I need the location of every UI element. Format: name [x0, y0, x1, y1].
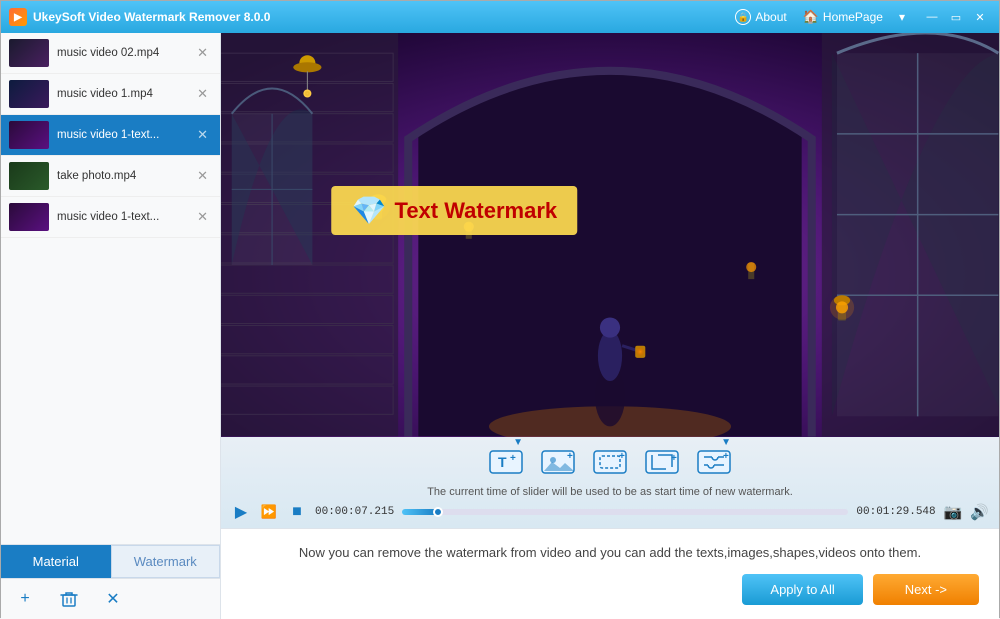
main-container: music video 02.mp4 ✕ music video 1.mp4 ✕…	[1, 33, 999, 619]
video-area: 💎 Text Watermark	[221, 33, 999, 437]
file-thumbnail	[9, 203, 49, 231]
file-name: music video 1-text...	[57, 129, 185, 141]
close-button[interactable]: ✕	[969, 6, 991, 28]
home-icon: 🏠	[803, 9, 819, 25]
delete-file-button[interactable]	[57, 587, 81, 611]
add-image-watermark-button[interactable]: +	[537, 443, 579, 481]
svg-text:+: +	[619, 451, 625, 462]
file-name: music video 02.mp4	[57, 47, 185, 59]
next-button[interactable]: Next ->	[873, 574, 979, 605]
apply-to-all-button[interactable]: Apply to All	[742, 574, 862, 605]
file-thumbnail	[9, 80, 49, 108]
crop-button[interactable]: +	[641, 443, 683, 481]
file-item[interactable]: music video 1-text... ✕	[1, 197, 220, 238]
hint-text: The current time of slider will be used …	[231, 485, 989, 500]
video-panel: 💎 Text Watermark ▼ T +	[221, 33, 999, 619]
playback-row: ▶ ⏩ ■ 00:00:07.215 00:01:29.548 📷 🔊	[231, 500, 989, 524]
remove-watermark-button[interactable]: +	[589, 443, 631, 481]
file-remove-button[interactable]: ✕	[193, 207, 212, 227]
volume-button[interactable]: 🔊	[970, 503, 989, 521]
file-thumbnail	[9, 121, 49, 149]
watermark-tools: ▼ T + +	[231, 443, 989, 481]
sidebar-tabs: Material Watermark	[1, 544, 220, 578]
svg-text:+: +	[671, 453, 677, 464]
app-icon: ▶	[9, 8, 27, 26]
video-controls: ▼ T + +	[221, 437, 999, 528]
play-button[interactable]: ▶	[231, 502, 251, 522]
svg-text:+: +	[723, 451, 729, 462]
file-list: music video 02.mp4 ✕ music video 1.mp4 ✕…	[1, 33, 220, 544]
time-total: 00:01:29.548	[856, 506, 935, 518]
nav-links: 🔒 About 🏠 HomePage ▾	[729, 7, 911, 27]
stop-button[interactable]: ■	[287, 502, 307, 522]
step-forward-button[interactable]: ⏩	[259, 502, 279, 522]
clear-all-button[interactable]: ✕	[101, 587, 125, 611]
file-item-active[interactable]: music video 1-text... ✕	[1, 115, 220, 156]
dropdown-arrow[interactable]: ▾	[893, 8, 911, 26]
file-name: music video 1.mp4	[57, 88, 185, 100]
screenshot-button[interactable]: 📷	[944, 503, 963, 521]
app-title: UkeySoft Video Watermark Remover 8.0.0	[33, 10, 729, 24]
restore-button[interactable]: ▭	[945, 6, 967, 28]
lock-icon: 🔒	[735, 9, 751, 25]
file-item[interactable]: take photo.mp4 ✕	[1, 156, 220, 197]
file-name: music video 1-text...	[57, 211, 185, 223]
adjust-button[interactable]: ▼ +	[693, 443, 735, 481]
file-item[interactable]: music video 1.mp4 ✕	[1, 74, 220, 115]
add-file-button[interactable]: +	[13, 587, 37, 611]
progress-thumb	[433, 507, 443, 517]
window-controls: — ▭ ✕	[921, 6, 991, 28]
info-text: Now you can remove the watermark from vi…	[241, 543, 979, 563]
file-remove-button[interactable]: ✕	[193, 84, 212, 104]
homepage-link[interactable]: 🏠 HomePage	[797, 7, 889, 27]
add-text-watermark-button[interactable]: ▼ T +	[485, 443, 527, 481]
time-current: 00:00:07.215	[315, 506, 394, 518]
tab-watermark[interactable]: Watermark	[111, 545, 221, 578]
file-thumbnail	[9, 39, 49, 67]
file-thumbnail	[9, 162, 49, 190]
sidebar-actions: + ✕	[1, 578, 220, 619]
titlebar: ▶ UkeySoft Video Watermark Remover 8.0.0…	[1, 1, 999, 33]
svg-text:+: +	[510, 453, 516, 464]
bottom-actions: Apply to All Next ->	[241, 574, 979, 605]
file-remove-button[interactable]: ✕	[193, 125, 212, 145]
file-name: take photo.mp4	[57, 170, 185, 182]
about-link[interactable]: 🔒 About	[729, 7, 792, 27]
svg-text:+: +	[567, 451, 573, 462]
diamond-icon: 💎	[352, 194, 387, 227]
bottom-panel: Now you can remove the watermark from vi…	[221, 528, 999, 619]
file-remove-button[interactable]: ✕	[193, 43, 212, 63]
minimize-button[interactable]: —	[921, 6, 943, 28]
sidebar: music video 02.mp4 ✕ music video 1.mp4 ✕…	[1, 33, 221, 619]
svg-text:T: T	[498, 454, 507, 470]
progress-bar[interactable]	[402, 509, 848, 515]
tab-material[interactable]: Material	[1, 545, 111, 578]
watermark-text: Text Watermark	[395, 198, 558, 224]
file-remove-button[interactable]: ✕	[193, 166, 212, 186]
file-item[interactable]: music video 02.mp4 ✕	[1, 33, 220, 74]
watermark-overlay[interactable]: 💎 Text Watermark	[332, 186, 578, 235]
